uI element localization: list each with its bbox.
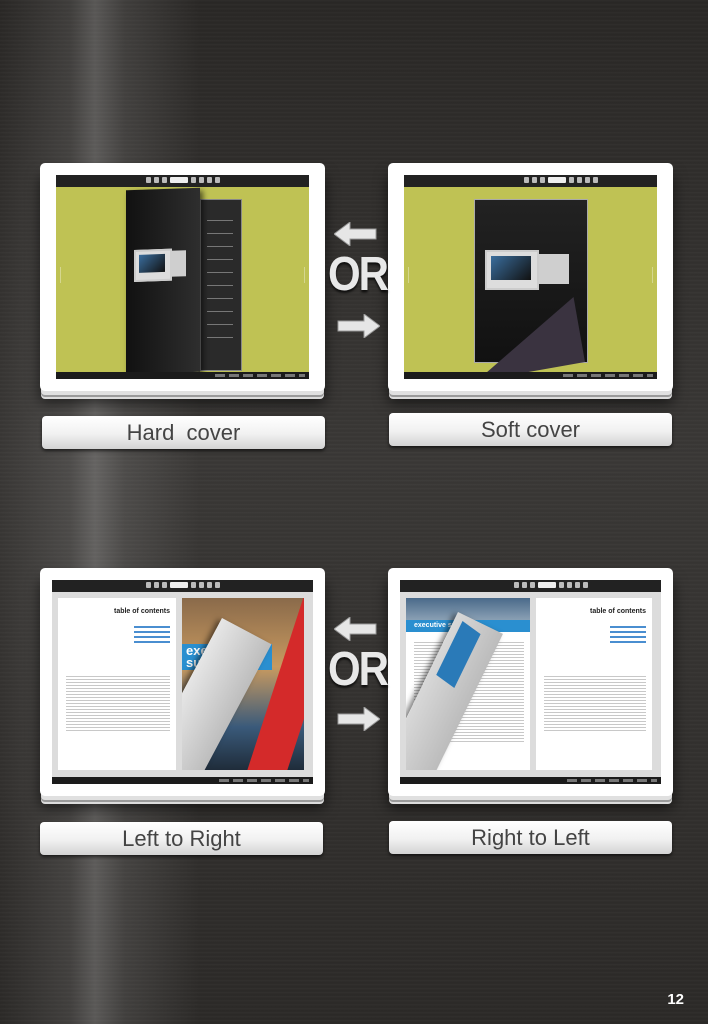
toc-page: table of contents [536,598,652,770]
first-page-icon[interactable] [153,177,159,183]
prev-page-icon[interactable] [161,582,167,588]
fullscreen-icon[interactable] [214,582,220,588]
prev-page-icon[interactable] [530,582,536,588]
zoom-icon[interactable] [514,582,520,588]
left-arrow-icon [334,617,377,641]
next-side-arrow[interactable] [646,266,653,283]
next-page-icon[interactable] [559,582,565,588]
flipbook-toolbar [52,580,313,592]
soft-cover-preview[interactable] [388,163,673,391]
last-page-icon[interactable] [567,582,573,588]
page-field[interactable] [547,177,566,183]
toc-title: table of contents [589,608,646,615]
hard-cover-label: Hard cover [126,419,241,445]
flipbook-statusbar [52,777,313,784]
page-curl [465,297,585,379]
page-field[interactable] [169,177,188,183]
next-page-icon[interactable] [190,582,196,588]
fullscreen-icon[interactable] [214,177,220,183]
flipbook-toolbar [404,175,657,187]
flipbook-screen [404,175,657,379]
flipbook-statusbar [56,372,309,379]
last-page-icon[interactable] [576,177,582,183]
right-to-left-preview[interactable]: executive summary table of contents [388,568,673,796]
fullscreen-icon[interactable] [592,177,598,183]
zoom-icon[interactable] [523,177,529,183]
first-page-icon[interactable] [153,582,159,588]
share-icon[interactable] [206,177,212,183]
next-page-icon[interactable] [568,177,574,183]
left-to-right-button[interactable]: Left to Right [40,822,323,855]
toolbar-icons [145,582,220,588]
share-icon[interactable] [206,582,212,588]
share-icon[interactable] [575,582,581,588]
prev-side-arrow[interactable] [60,266,67,283]
hard-cover-button[interactable]: Hard cover [42,416,325,449]
book-back-page [200,199,242,371]
toolbar-icons [145,177,220,183]
feature-page: executisumm [182,598,304,770]
book-soft-cover [465,199,588,379]
toolbar-icons [523,177,598,183]
right-to-left-label: Right to Left [471,824,590,850]
right-to-left-button[interactable]: Right to Left [389,821,672,854]
page-field[interactable] [538,582,557,588]
or-divider: OR [328,222,389,338]
share-icon[interactable] [584,177,590,183]
flipbook-screen: executive summary table of contents [400,580,661,784]
page-field[interactable] [169,582,188,588]
or-divider: OR [328,617,389,731]
last-page-icon[interactable] [198,177,204,183]
page-number: 12 [667,991,684,1008]
right-arrow-icon [337,707,380,731]
zoom-icon[interactable] [145,177,151,183]
soft-cover-label: Soft cover [480,416,581,442]
left-to-right-label: Left to Right [122,825,241,851]
toc-title: table of contents [113,608,170,615]
prev-page-icon[interactable] [539,177,545,183]
feature-page: executive summary [406,598,530,770]
hard-cover-preview[interactable] [40,163,325,391]
left-arrow-icon [334,222,377,246]
or-text: OR [328,641,389,696]
first-page-icon[interactable] [531,177,537,183]
prev-page-icon[interactable] [161,177,167,183]
monitor-graphic [485,250,539,290]
fullscreen-icon[interactable] [583,582,589,588]
right-arrow-icon [337,314,380,338]
flipbook-screen [56,175,309,379]
first-page-icon[interactable] [522,582,528,588]
or-text: OR [328,246,389,301]
book-hard-cover [126,187,200,375]
flipbook-statusbar [404,372,657,379]
zoom-icon[interactable] [145,582,151,588]
left-to-right-preview[interactable]: table of contents executisumm [40,568,325,796]
soft-cover-button[interactable]: Soft cover [389,413,672,446]
prev-side-arrow[interactable] [408,266,415,283]
monitor-graphic [134,248,172,283]
toolbar-icons [514,582,589,588]
flipbook-toolbar [400,580,661,592]
next-page-icon[interactable] [190,177,196,183]
flipbook-statusbar [400,777,661,784]
last-page-icon[interactable] [198,582,204,588]
flipbook-screen: table of contents executisumm [52,580,313,784]
next-side-arrow[interactable] [298,266,305,283]
toc-page: table of contents [58,598,176,770]
flipbook-toolbar [56,175,309,187]
